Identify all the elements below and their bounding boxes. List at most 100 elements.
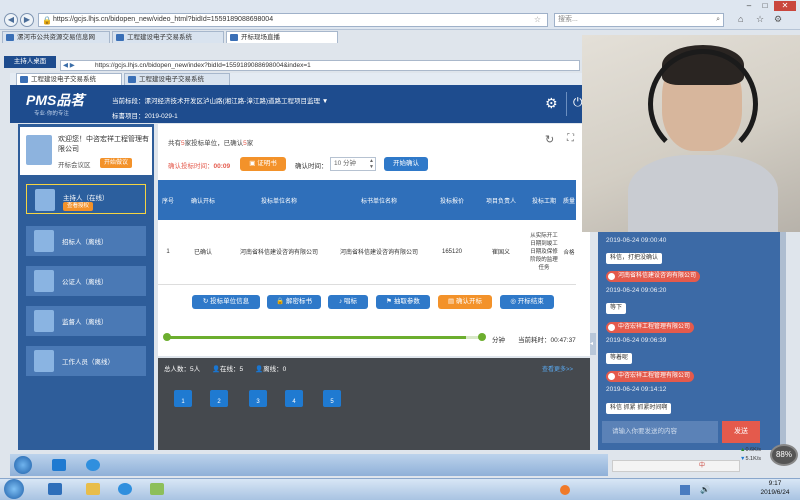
welcome-text: 欢迎您！中咨宏祥工程管理有限公司 <box>58 136 149 153</box>
seat-1[interactable]: 1 <box>174 390 192 407</box>
settings-gear-icon[interactable]: ⚙ <box>774 14 782 25</box>
clock-date: 2019/6/24 <box>760 489 790 496</box>
headset <box>648 49 758 159</box>
participant-staff[interactable]: 工作人员（离线） <box>26 346 146 376</box>
inner-taskbar-ie-icon[interactable] <box>86 459 100 471</box>
cell-duration: 从实际开工日期到竣工日期及保修阶段的监理任务 <box>530 232 558 271</box>
participant-host[interactable]: 主持人（在线） 查看授权 <box>26 184 146 214</box>
seat-5[interactable]: 5 <box>323 390 341 407</box>
draw-params-button[interactable]: ⚑ 抽取参数 <box>376 295 430 309</box>
chat-message: 科信 抓紧 抓紧时间啊 <box>606 403 672 414</box>
taskbar-remote-icon[interactable] <box>48 483 62 495</box>
home-icon[interactable]: ⌂ <box>738 14 743 24</box>
confirm-limit-select[interactable]: 10 分钟 ▲ ▼ <box>330 157 376 171</box>
back-button[interactable]: ◀ <box>4 13 18 27</box>
select-value: 10 分钟 <box>334 160 357 167</box>
spinner-icon[interactable]: ▲ ▼ <box>369 158 374 170</box>
bidder-info-button[interactable]: ↻ 投标单位信息 <box>192 295 260 309</box>
sogou-icon[interactable] <box>560 485 570 495</box>
participant-supervisor[interactable]: 监督人（离线） <box>26 306 146 336</box>
chat-time: 2019-06-24 09:00:40 <box>606 237 667 244</box>
chat-message: 等下 <box>606 303 627 314</box>
button-label: 解密标书 <box>285 298 312 305</box>
offline-value: 0 <box>282 366 287 373</box>
collapse-handle[interactable]: ◂ <box>590 333 596 355</box>
end-open-button[interactable]: ◎ 开标结束 <box>500 295 554 309</box>
tab-trade-info[interactable]: 漯河市公共资源交易信息网 <box>2 31 110 43</box>
progress-fill <box>166 336 466 339</box>
bid-table: 序号 确认开标 投标单位名称 标书单位名称 投标报价 项目负责人 投标工期 质量… <box>158 180 576 285</box>
participant-label: 监督人（离线） <box>62 319 108 326</box>
certify-button[interactable]: ▣ 证明书 <box>240 157 286 171</box>
decrypt-button[interactable]: 🔒 解密标书 <box>267 295 321 309</box>
tab-trade-system[interactable]: 工程建设电子交易系统 <box>112 31 224 43</box>
chat-time: 2019-06-24 09:06:39 <box>606 337 667 344</box>
table-row[interactable]: 1 已确认 河南省科信建设咨询有限公司 河南省科信建设咨询有限公司 165120… <box>158 220 576 284</box>
start-confirm-button[interactable]: 开始确认 <box>384 157 428 171</box>
seat-number: 5 <box>330 399 334 405</box>
clock[interactable]: 9:17 2019/6/24 <box>754 479 796 497</box>
address-bar[interactable]: 🔒 https://gcjs.lhjs.cn/bidopen_new/video… <box>38 13 548 27</box>
chat-scrollbar[interactable] <box>780 232 786 450</box>
inner-start-button-icon[interactable] <box>14 456 32 474</box>
site-favicon-icon <box>6 34 14 41</box>
ime-icon[interactable]: 中 <box>699 463 705 469</box>
view-more-link[interactable]: 查看更多>> <box>542 364 573 373</box>
inner-taskbar-app-icon[interactable] <box>52 459 66 471</box>
taskbar-ie-icon[interactable] <box>118 483 132 495</box>
site-favicon-icon <box>20 76 28 83</box>
participant-tenderer[interactable]: 招标人（离线） <box>26 226 146 256</box>
volume-icon[interactable]: 🔊 <box>700 485 710 494</box>
search-box[interactable]: 搜索... ⌕ <box>554 13 724 27</box>
seat-4[interactable]: 4 <box>285 390 303 407</box>
header-settings-gear-icon[interactable]: ⚙ <box>545 95 558 112</box>
table-header-row: 序号 确认开标 投标单位名称 标书单位名称 投标报价 项目负责人 投标工期 质量 <box>158 180 576 220</box>
project-label: 标書项目： <box>112 113 145 120</box>
participant-notary[interactable]: 公证人（离线） <box>26 266 146 296</box>
window-maximize-button[interactable]: □ <box>758 1 772 11</box>
window-minimize-button[interactable]: – <box>742 1 756 11</box>
summary-text: 家 <box>246 140 254 147</box>
seat-2[interactable]: 2 <box>210 390 228 407</box>
sender-avatar-icon <box>608 373 615 380</box>
chat-time: 2019-06-24 09:06:20 <box>606 287 667 294</box>
view-auth-badge[interactable]: 查看授权 <box>63 202 94 211</box>
favorites-star-icon[interactable]: ☆ <box>756 14 764 25</box>
sing-bid-button[interactable]: ♪ 唱标 <box>328 295 368 309</box>
logo: PMS品茗 <box>26 92 85 108</box>
lock-icon: 🔒 <box>42 16 52 25</box>
refresh-icon[interactable]: ↻ <box>545 133 554 146</box>
seat-number: 2 <box>217 399 221 405</box>
offline-label: 离线： <box>263 366 283 373</box>
tab-label: 工程建设电子交易系统 <box>139 76 204 83</box>
role-text: 开标会议区 <box>58 162 91 169</box>
status-badge[interactable]: 开始做议 <box>100 158 133 168</box>
network-icon[interactable] <box>680 485 690 495</box>
taskbar-folder-icon[interactable] <box>86 483 100 495</box>
chat-sender: 中咨宏祥工程管理有限公司 <box>606 322 695 333</box>
window-close-button[interactable]: ✕ <box>774 1 796 11</box>
seat-3[interactable]: 3 <box>249 390 267 407</box>
tab-live-stream[interactable]: 开标现场直播 <box>226 31 338 43</box>
search-icon[interactable]: ⌕ <box>716 14 720 26</box>
project-value: 2019-029-1 <box>144 113 178 120</box>
upload-speed: ▲0.6K/s <box>740 447 761 453</box>
confirm-time-label: 确认投标时间： <box>168 163 214 170</box>
bookmark-star-icon[interactable]: ☆ <box>534 14 541 26</box>
lock-small-icon: 🔒 <box>276 298 286 305</box>
dropdown-caret-icon[interactable]: ▼ <box>322 98 328 105</box>
tab-label: 漯河市公共资源交易信息网 <box>17 34 95 41</box>
fullscreen-icon[interactable]: ⛶ <box>567 133 574 144</box>
send-button[interactable]: 发送 <box>722 421 760 443</box>
chat-input[interactable]: 请输入你要发送的内容 <box>602 421 718 443</box>
confirm-icon: ▤ <box>448 298 456 305</box>
sender-avatar-icon <box>608 324 615 331</box>
cell-manager: 崔国义 <box>491 250 510 257</box>
start-button-icon[interactable] <box>4 479 24 499</box>
inner-tab-1: 工程建设电子交易系统 <box>16 73 122 85</box>
confirm-open-button[interactable]: ▤ 确认开标 <box>438 295 492 309</box>
tab-label: 工程建设电子交易系统 <box>127 34 192 41</box>
column-header: 投标单位名称 <box>260 198 297 205</box>
forward-button[interactable]: ▶ <box>20 13 34 27</box>
taskbar-paint-icon[interactable] <box>150 483 164 495</box>
